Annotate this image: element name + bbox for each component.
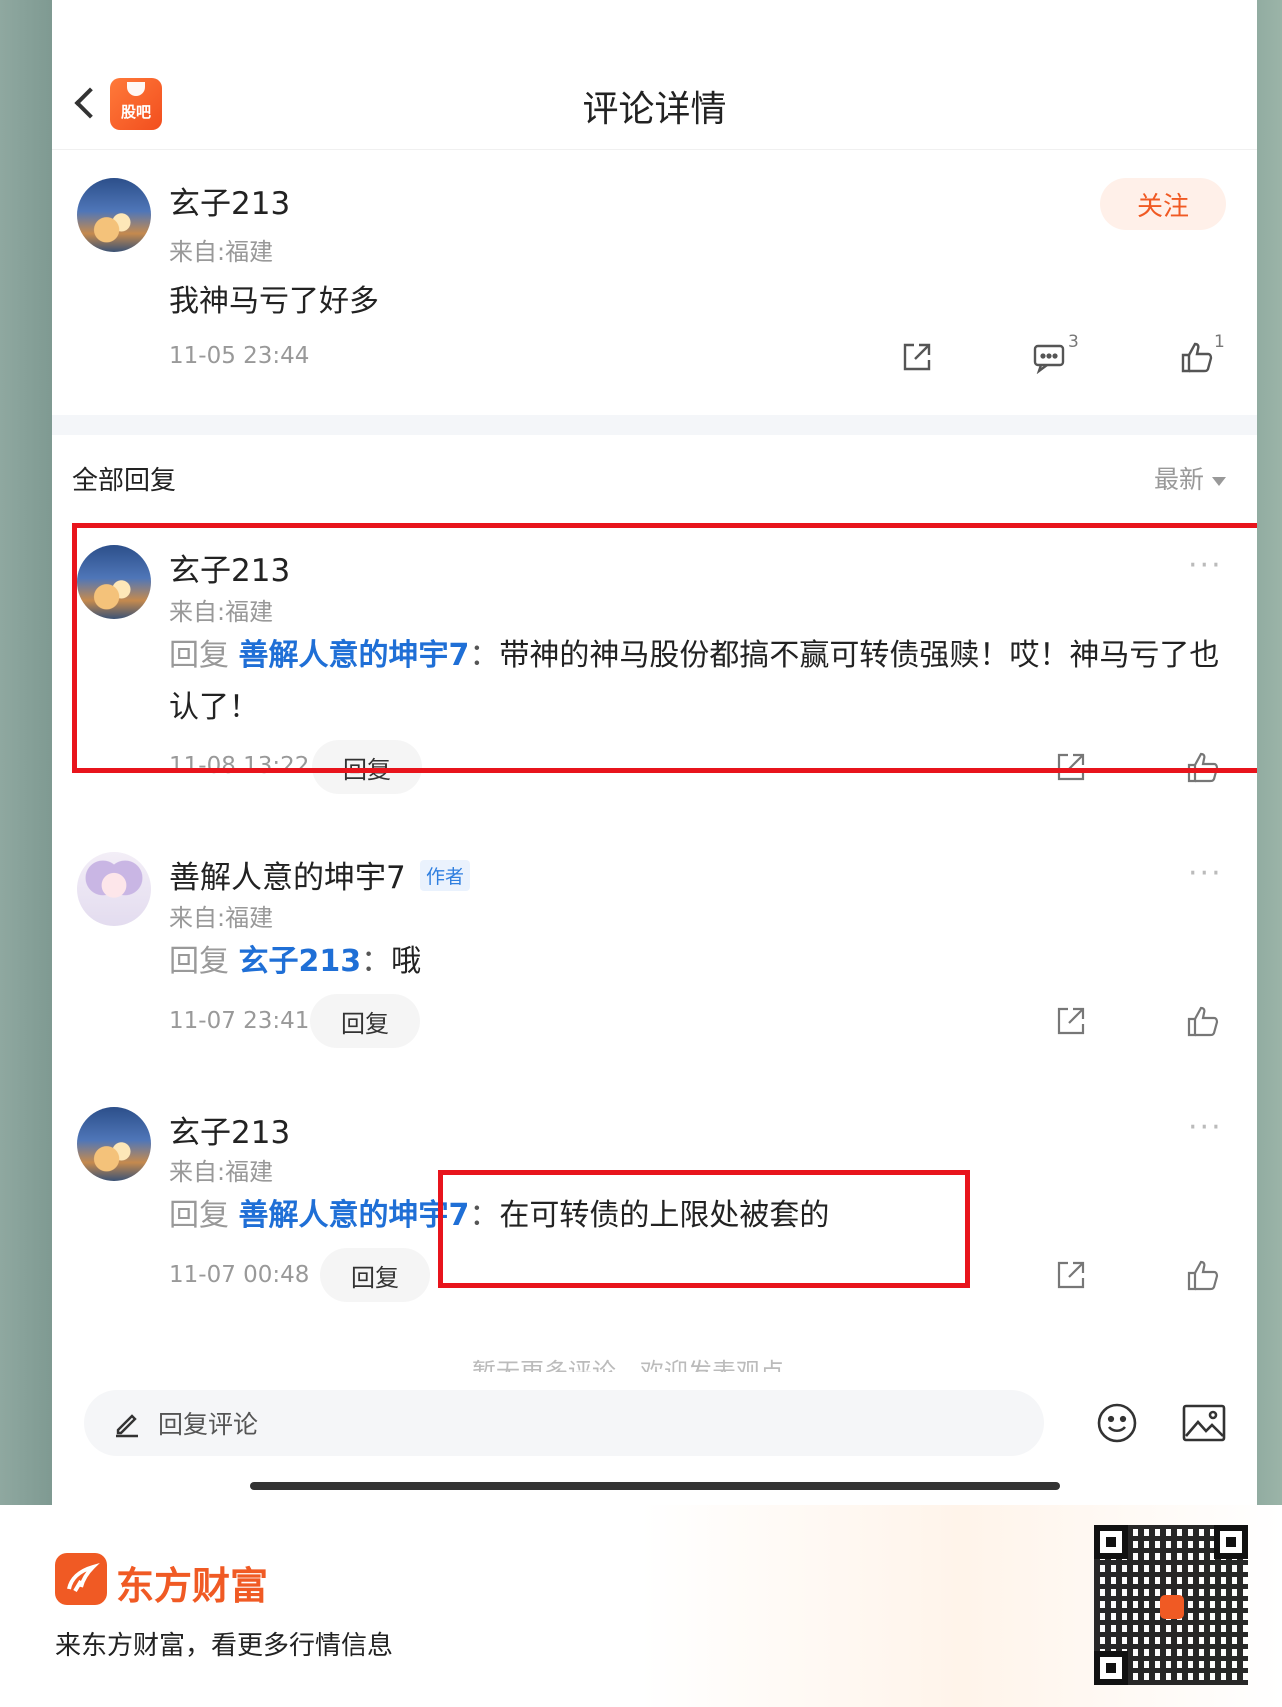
- brand-slogan: 来东方财富，看更多行情信息: [55, 1631, 394, 1661]
- nav-header: 股吧 评论详情: [52, 60, 1257, 150]
- share-icon[interactable]: [1054, 1004, 1088, 1038]
- brand-name: 东方财富: [116, 1564, 269, 1608]
- avatar[interactable]: [77, 178, 151, 252]
- home-indicator: [250, 1482, 1060, 1490]
- reply-button[interactable]: 回复: [320, 1248, 430, 1302]
- caret-down-icon: [1212, 476, 1227, 486]
- reply-button[interactable]: 回复: [310, 994, 420, 1048]
- main-comment-time: 11-05 23:44: [169, 343, 310, 369]
- more-options-icon[interactable]: ···: [1188, 856, 1223, 891]
- image-icon[interactable]: [1182, 1404, 1226, 1442]
- like-icon[interactable]: [1180, 340, 1214, 374]
- bottom-input-bar: 回复评论: [52, 1374, 1257, 1505]
- main-username[interactable]: 玄子213: [169, 178, 290, 223]
- like-icon[interactable]: [1186, 1258, 1220, 1292]
- comment-count: 3: [1068, 332, 1079, 352]
- phone-screen: 股吧 评论详情 玄子213 来自:福建 关注 我神马亏了好多 11-05 23:…: [52, 0, 1257, 1505]
- qr-finder: [1094, 1651, 1128, 1685]
- reply-location: 来自:福建: [169, 904, 274, 932]
- qr-logo-icon: [1160, 1595, 1184, 1619]
- author-badge: 作者: [420, 860, 471, 891]
- share-icon[interactable]: [900, 340, 934, 374]
- reply-location: 来自:福建: [169, 1158, 274, 1186]
- like-icon[interactable]: [1186, 1004, 1220, 1038]
- pencil-icon: [116, 1414, 138, 1438]
- reply-time: 11-07 23:41: [169, 1008, 310, 1034]
- highlight-box: [72, 523, 1257, 773]
- highlight-box: [438, 1170, 970, 1288]
- more-options-icon[interactable]: ···: [1188, 1110, 1223, 1145]
- reply-comment-input[interactable]: 回复评论: [84, 1390, 1044, 1456]
- reply-text: 回复 玄子213：哦: [169, 936, 1229, 988]
- follow-button[interactable]: 关注: [1100, 178, 1226, 230]
- reply-prefix: 回复: [169, 1198, 229, 1233]
- reply-target-link[interactable]: 玄子213: [239, 944, 362, 979]
- reply-colon: ：: [361, 944, 392, 979]
- reply-time: 11-07 00:48: [169, 1262, 310, 1288]
- reply-input-placeholder: 回复评论: [158, 1410, 259, 1439]
- reply-prefix: 回复: [169, 944, 229, 979]
- eastmoney-logo-icon: [55, 1553, 107, 1605]
- emoji-icon[interactable]: [1096, 1402, 1138, 1444]
- main-comment-text: 我神马亏了好多: [169, 284, 379, 319]
- qr-finder: [1214, 1525, 1248, 1559]
- all-replies-title: 全部回复: [72, 466, 177, 496]
- comment-icon[interactable]: [1032, 340, 1066, 375]
- sort-label: 最新: [1154, 465, 1205, 494]
- sort-dropdown[interactable]: 最新: [1154, 460, 1227, 496]
- reply-content: 哦: [391, 944, 422, 979]
- no-more-comments-text: 暂无更多评论，欢迎发表观点: [472, 1358, 784, 1372]
- main-location: 来自:福建: [169, 238, 274, 266]
- reply-target-link[interactable]: 善解人意的坤宇7: [239, 1198, 470, 1233]
- share-icon[interactable]: [1054, 1258, 1088, 1292]
- footer-banner: 东方财富 来东方财富，看更多行情信息: [0, 1505, 1282, 1707]
- qr-finder: [1094, 1525, 1128, 1559]
- reply-username[interactable]: 玄子213: [169, 1107, 290, 1152]
- like-count: 1: [1214, 332, 1225, 352]
- reply-username[interactable]: 善解人意的坤宇7: [169, 852, 406, 897]
- page-title: 评论详情: [582, 89, 727, 130]
- avatar[interactable]: [77, 1107, 151, 1181]
- avatar[interactable]: [77, 852, 151, 926]
- section-divider: [52, 415, 1257, 435]
